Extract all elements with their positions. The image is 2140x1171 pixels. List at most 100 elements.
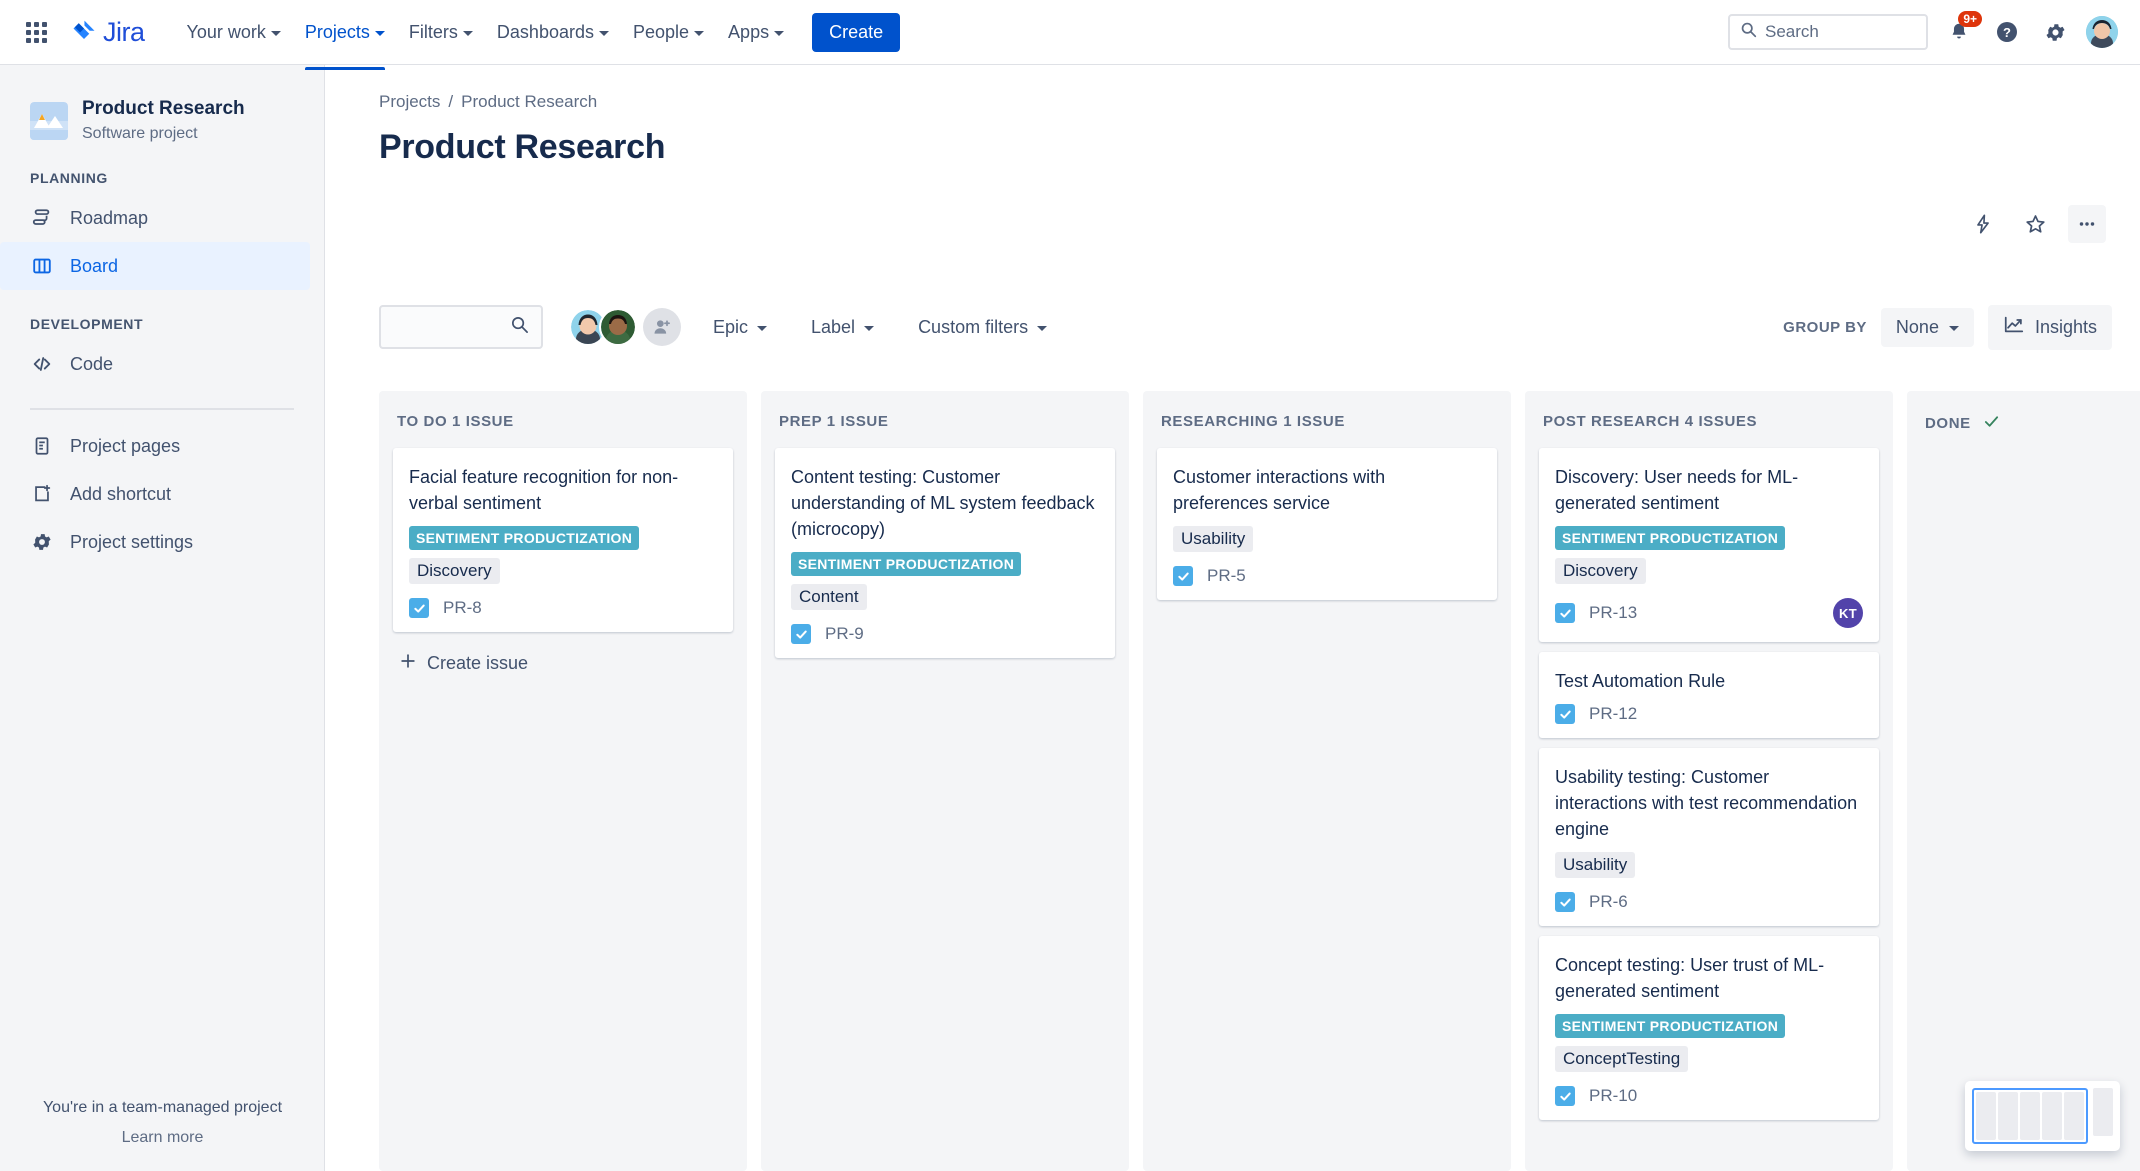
nav-item-filters[interactable]: Filters <box>397 14 485 51</box>
nav-item-people[interactable]: People <box>621 14 716 51</box>
issue-key[interactable]: PR-13 <box>1589 603 1637 623</box>
board-column-done: DONE See all D <box>1907 391 2140 1171</box>
epic-badge[interactable]: SENTIMENT PRODUCTIZATION <box>791 552 1022 576</box>
chevron-down-icon <box>462 30 473 36</box>
assignee-avatar[interactable]: KT <box>1833 598 1863 628</box>
card-footer: PR-12 <box>1555 704 1863 724</box>
epic-badge[interactable]: SENTIMENT PRODUCTIZATION <box>1555 526 1786 550</box>
automation-bolt-icon[interactable] <box>1964 205 2002 243</box>
more-actions-icon[interactable] <box>2068 205 2106 243</box>
sidebar-divider <box>30 408 294 410</box>
sidebar-item-code[interactable]: Code <box>0 340 310 388</box>
jira-logo-icon <box>70 18 98 46</box>
search-icon <box>1740 21 1757 43</box>
global-search-input[interactable]: Search <box>1728 14 1928 50</box>
project-avatar-icon <box>30 101 68 140</box>
issue-card[interactable]: Customer interactions with preferences s… <box>1157 448 1497 600</box>
issue-card[interactable]: Test Automation Rule PR-12 <box>1539 652 1879 738</box>
board-toolbar: Epic Label Custom filters GROUP BY None <box>379 303 2112 351</box>
sidebar-item-roadmap[interactable]: Roadmap <box>0 194 310 242</box>
issue-card[interactable]: Concept testing: User trust of ML-genera… <box>1539 936 1879 1120</box>
column-title: POST RESEARCH 4 ISSUES <box>1543 413 1758 430</box>
issue-key[interactable]: PR-5 <box>1207 566 1246 586</box>
sidebar-item-label: Code <box>70 354 114 374</box>
nav-label: Projects <box>304 21 370 42</box>
epic-badge[interactable]: SENTIMENT PRODUCTIZATION <box>1555 1014 1786 1038</box>
sidebar-item-add-shortcut[interactable]: Add shortcut <box>0 470 310 518</box>
label-chip[interactable]: Discovery <box>1555 558 1646 584</box>
insights-button[interactable]: Insights <box>1987 304 2112 350</box>
sidebar-item-board[interactable]: Board <box>0 242 310 290</box>
label-filter-dropdown[interactable]: Label <box>799 308 886 347</box>
minimap-viewport[interactable] <box>1972 1088 2088 1144</box>
column-header: TO DO 1 ISSUE <box>393 405 733 448</box>
board-minimap[interactable] <box>1965 1081 2120 1151</box>
apps-grid-icon[interactable] <box>20 16 52 48</box>
label-chip[interactable]: Discovery <box>409 558 500 584</box>
epic-badge[interactable]: SENTIMENT PRODUCTIZATION <box>409 526 640 550</box>
group-by-dropdown[interactable]: None <box>1880 307 1974 347</box>
issue-card[interactable]: Facial feature recognition for non-verba… <box>393 448 733 632</box>
chevron-down-icon <box>757 325 768 331</box>
page-title: Product Research <box>379 128 666 166</box>
issue-card[interactable]: Usability testing: Customer interactions… <box>1539 748 1879 926</box>
issue-key[interactable]: PR-8 <box>443 598 482 618</box>
primary-nav-items: Your work Projects Filters Dashboards Pe… <box>175 14 797 70</box>
board-columns-container[interactable]: TO DO 1 ISSUE Facial feature recognition… <box>379 391 2140 1171</box>
label-chip[interactable]: ConceptTesting <box>1555 1046 1689 1072</box>
custom-filters-dropdown[interactable]: Custom filters <box>906 308 1059 347</box>
group-by-value: None <box>1895 316 1939 337</box>
notifications-button[interactable]: 9+ <box>1942 11 1982 49</box>
label-chip[interactable]: Usability <box>1173 526 1254 552</box>
star-icon[interactable] <box>2016 205 2054 243</box>
epic-filter-dropdown[interactable]: Epic <box>701 308 779 347</box>
card-footer: PR-5 <box>1173 566 1481 586</box>
issue-key[interactable]: PR-10 <box>1589 1086 1637 1106</box>
filter-label: Custom filters <box>918 316 1029 337</box>
board-search-input[interactable] <box>379 305 543 349</box>
label-chip[interactable]: Usability <box>1555 852 1636 878</box>
nav-item-dashboards[interactable]: Dashboards <box>485 14 621 51</box>
nav-item-your-work[interactable]: Your work <box>175 14 293 51</box>
page-actions <box>1964 205 2106 243</box>
help-button[interactable]: ? <box>1990 15 2024 49</box>
document-icon <box>30 434 54 458</box>
chevron-down-icon <box>598 30 609 36</box>
chevron-down-icon <box>1037 325 1048 331</box>
column-header: POST RESEARCH 4 ISSUES <box>1539 405 1879 448</box>
svg-text:?: ? <box>2003 25 2011 40</box>
avatar[interactable] <box>599 308 637 346</box>
issue-card[interactable]: Discovery: User needs for ML-generated s… <box>1539 448 1879 642</box>
card-title: Test Automation Rule <box>1555 671 1726 691</box>
breadcrumb-projects[interactable]: Projects <box>379 92 440 112</box>
issue-key[interactable]: PR-9 <box>825 624 864 644</box>
nav-item-projects[interactable]: Projects <box>293 14 397 70</box>
user-avatar[interactable] <box>2086 16 2118 48</box>
top-navigation-bar: Jira Your work Projects Filters Dashboar… <box>0 0 2140 70</box>
insights-label: Insights <box>2034 316 2097 337</box>
issue-card[interactable]: Content testing: Customer understanding … <box>775 448 1115 658</box>
add-people-button[interactable] <box>643 308 681 346</box>
jira-logo-link[interactable]: Jira <box>70 17 145 48</box>
settings-gear-button[interactable] <box>2038 15 2072 49</box>
nav-item-apps[interactable]: Apps <box>716 14 796 51</box>
project-header[interactable]: Product Research Software project <box>0 65 324 144</box>
create-button[interactable]: Create <box>812 12 901 52</box>
issue-key[interactable]: PR-6 <box>1589 892 1628 912</box>
plus-icon <box>399 652 417 675</box>
sidebar-item-project-pages[interactable]: Project pages <box>0 422 310 470</box>
nav-label: People <box>632 21 690 42</box>
see-all-done-link[interactable]: See all D <box>1921 452 2140 495</box>
breadcrumb-current[interactable]: Product Research <box>461 92 597 112</box>
minimap-column <box>2064 1092 2084 1140</box>
sidebar-item-project-settings[interactable]: Project settings <box>0 518 310 566</box>
label-chip[interactable]: Content <box>791 584 867 610</box>
chevron-down-icon <box>774 30 785 36</box>
filter-label: Label <box>811 316 856 337</box>
sidebar-section-development: DEVELOPMENT <box>30 316 144 332</box>
create-issue-button[interactable]: Create issue <box>393 642 733 685</box>
group-by-label: GROUP BY <box>1783 318 1867 336</box>
add-shortcut-icon <box>30 482 54 506</box>
issue-key[interactable]: PR-12 <box>1589 704 1637 724</box>
learn-more-link[interactable]: Learn more <box>0 1129 325 1147</box>
